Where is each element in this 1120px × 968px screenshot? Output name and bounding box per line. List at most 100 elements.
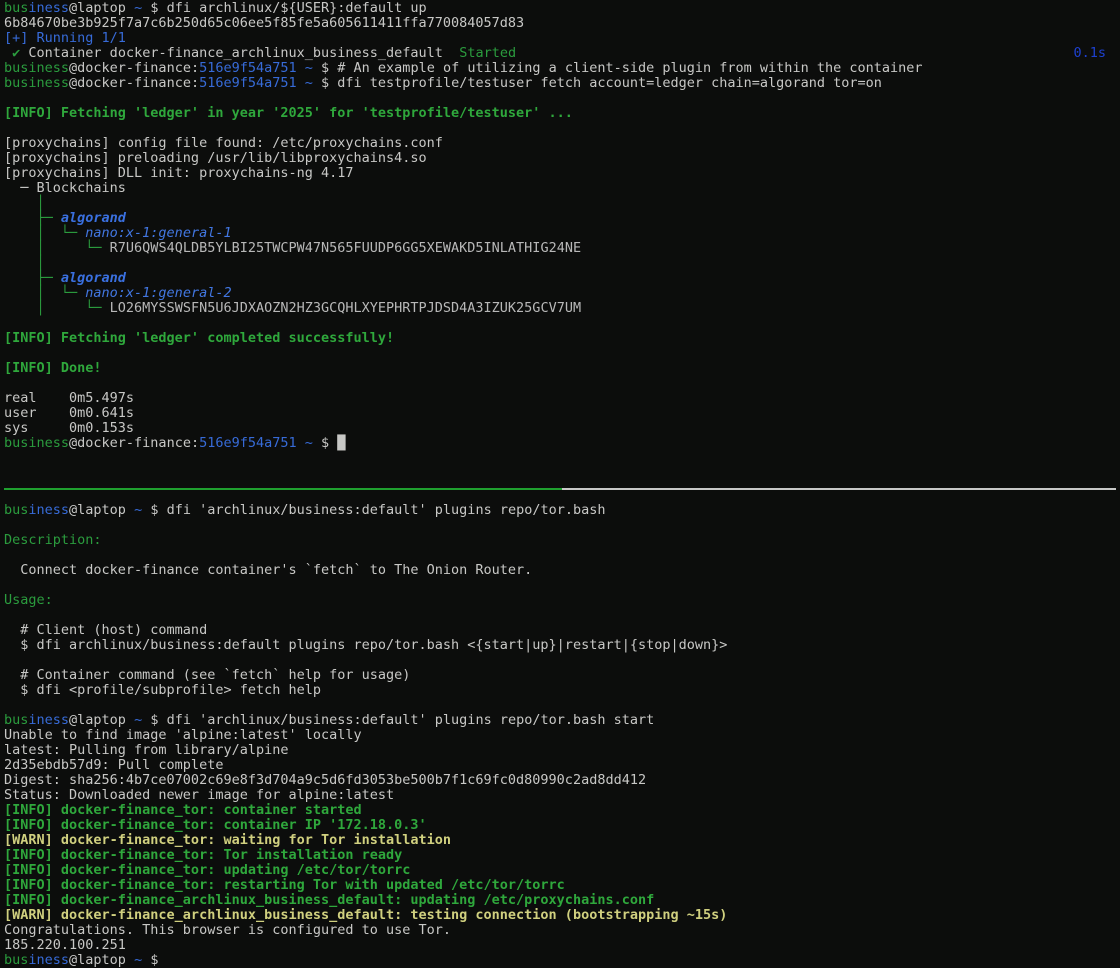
fg-segment (297, 435, 305, 451)
fg-segment: @laptop (69, 502, 134, 518)
prompt-username: business (4, 0, 69, 16)
terminal-line: latest: Pulling from library/alpine (0, 743, 1120, 758)
dim-segment: R7U6QWS4QLDB5YLBI25TWCPW47N565FUUDP6GG5X… (110, 240, 581, 256)
terminal-line (0, 698, 1120, 713)
terminal-line: $ dfi <profile/subprofile> fetch help (0, 683, 1120, 698)
prompt-username: iness (28, 712, 69, 728)
terminal-line: ├─ algorand (0, 211, 1120, 226)
fg-segment: $ dfi 'archlinux/business:default' plugi… (142, 712, 654, 728)
terminal-line: [+] Running 1/1 (0, 31, 1120, 46)
fg-segment: 2d35ebdb57d9: Pull complete (4, 757, 223, 773)
terminal-line (0, 466, 1120, 481)
prompt-username: iness (28, 952, 69, 968)
terminal-window[interactable]: business@laptop ~ $ dfi archlinux/${USER… (0, 0, 1120, 962)
terminal-line: Connect docker-finance container's `fetc… (0, 563, 1120, 578)
terminal-line: [WARN] docker-finance_tor: waiting for T… (0, 833, 1120, 848)
bgreen-segment: [INFO] docker-finance_tor: updating /etc… (4, 862, 410, 878)
terminal-line (0, 121, 1120, 136)
terminal-line: [INFO] docker-finance_tor: container IP … (0, 818, 1120, 833)
warn-segment: [WARN] docker-finance_tor: waiting for T… (4, 832, 451, 848)
bgreen-segment: [INFO] Done! (4, 360, 102, 376)
blue-segment: 516e9f54a751 (199, 60, 297, 76)
prompt-username: bus (4, 502, 28, 518)
terminal-line (0, 548, 1120, 563)
terminal-line: [INFO] docker-finance_tor: updating /etc… (0, 863, 1120, 878)
green-segment: │ (4, 195, 45, 211)
green-segment: ├─ (4, 270, 61, 286)
fg-segment: $ dfi archlinux/business:default plugins… (4, 637, 727, 653)
green-segment: Description: (4, 532, 102, 548)
terminal-line (0, 653, 1120, 668)
warn-segment: [WARN] docker-finance_archlinux_business… (4, 907, 727, 923)
abold-segment: algorand (61, 270, 126, 286)
fg-segment: Congratulations. This browser is configu… (4, 922, 451, 938)
terminal-line: business@laptop ~ $ (0, 953, 1120, 968)
terminal-line: │ └─ LO26MYSSWSFN5U6JDXAOZN2HZ3GCQHLXYEP… (0, 301, 1120, 316)
fg-segment (4, 45, 12, 61)
prompt-username: bus (4, 0, 28, 16)
green-segment: │ └─ (4, 240, 110, 256)
green-segment: Started (459, 45, 516, 61)
terminal-line: # Container command (see `fetch` help fo… (0, 668, 1120, 683)
terminal-line (0, 346, 1120, 361)
bgreen-segment: [INFO] docker-finance_tor: Tor installat… (4, 847, 402, 863)
blue-segment: ~ (134, 502, 142, 518)
fg-segment: @docker-finance: (69, 435, 199, 451)
dim-segment: LO26MYSSWSFN5U6JDXAOZN2HZ3GCQHLXYEPHRTPJ… (110, 300, 581, 316)
fg-segment: @laptop (69, 0, 134, 16)
terminal-line: Status: Downloaded newer image for alpin… (0, 788, 1120, 803)
terminal-line: │ └─ nano:x-1:general-2 (0, 286, 1120, 301)
terminal-line: [INFO] docker-finance_archlinux_business… (0, 893, 1120, 908)
terminal-line: │ └─ R7U6QWS4QLDB5YLBI25TWCPW47N565FUUDP… (0, 241, 1120, 256)
terminal-line: # Client (host) command (0, 623, 1120, 638)
terminal-line: $ dfi archlinux/business:default plugins… (0, 638, 1120, 653)
fg-segment: 6b84670be3b925f7a7c6b250d65c06ee5f85fe5a… (4, 15, 524, 31)
terminal-line: [INFO] Fetching 'ledger' in year '2025' … (0, 106, 1120, 121)
terminal-line: 185.220.100.251 (0, 938, 1120, 953)
terminal-line: business@docker-finance:516e9f54a751 ~ $… (0, 436, 1120, 451)
aital-segment: nano:x-1:general-1 (85, 225, 231, 241)
fg-segment: [proxychains] config file found: /etc/pr… (4, 135, 443, 151)
fg-segment: $ # An example of utilizing a client-sid… (313, 60, 923, 76)
fg-segment: $ dfi testprofile/testuser fetch account… (313, 75, 882, 91)
fg-segment: latest: Pulling from library/alpine (4, 742, 288, 758)
terminal-line: [INFO] docker-finance_tor: container sta… (0, 803, 1120, 818)
green-segment: business (4, 435, 69, 451)
divider-line (4, 488, 1116, 490)
fg-segment: Container docker-finance_archlinux_busin… (20, 45, 459, 61)
terminal-line: │ (0, 196, 1120, 211)
fg-segment: [proxychains] preloading /usr/lib/libpro… (4, 150, 427, 166)
green-segment: ├─ (4, 210, 61, 226)
prompt-username: bus (4, 952, 28, 968)
fg-segment (297, 60, 305, 76)
green-segment: │ └─ (4, 225, 85, 241)
blue-segment: ~ (305, 435, 313, 451)
terminal-output: business@laptop ~ $ dfi archlinux/${USER… (0, 1, 1120, 968)
fg-segment: sys 0m0.153s (4, 420, 134, 436)
terminal-line: 6b84670be3b925f7a7c6b250d65c06ee5f85fe5a… (0, 16, 1120, 31)
bgreen-segment: [INFO] docker-finance_tor: container sta… (4, 802, 362, 818)
aital-segment: nano:x-1:general-2 (85, 285, 231, 301)
fg-segment: $ dfi <profile/subprofile> fetch help (4, 682, 321, 698)
green-segment: │ └─ (4, 285, 85, 301)
terminal-line: Unable to find image 'alpine:latest' loc… (0, 728, 1120, 743)
bgreen-segment: [INFO] Fetching 'ledger' completed succe… (4, 330, 394, 346)
terminal-line: Digest: sha256:4b7ce07002c69e8f3d704a9c5… (0, 773, 1120, 788)
terminal-line: [INFO] Fetching 'ledger' completed succe… (0, 331, 1120, 346)
fg-segment: Digest: sha256:4b7ce07002c69e8f3d704a9c5… (4, 772, 646, 788)
green-segment: Usage: (4, 592, 53, 608)
terminal-line: business@docker-finance:516e9f54a751 ~ $… (0, 76, 1120, 91)
bgreen-segment: [INFO] docker-finance_archlinux_business… (4, 892, 654, 908)
blue-segment: ~ (305, 75, 313, 91)
terminal-divider (0, 488, 1120, 503)
fg-segment: $ dfi archlinux/${USER}:default up (142, 0, 426, 16)
fg-segment: $ (142, 952, 158, 968)
elapsed-time: 0.1s (1073, 46, 1106, 61)
terminal-line: [INFO] Done! (0, 361, 1120, 376)
terminal-line (0, 518, 1120, 533)
blue-segment: 516e9f54a751 (199, 435, 297, 451)
prompt-username: bus (4, 712, 28, 728)
green-segment: │ └─ (4, 300, 110, 316)
terminal-line: business@laptop ~ $ dfi 'archlinux/busin… (0, 503, 1120, 518)
fg-segment: $ (313, 435, 337, 451)
